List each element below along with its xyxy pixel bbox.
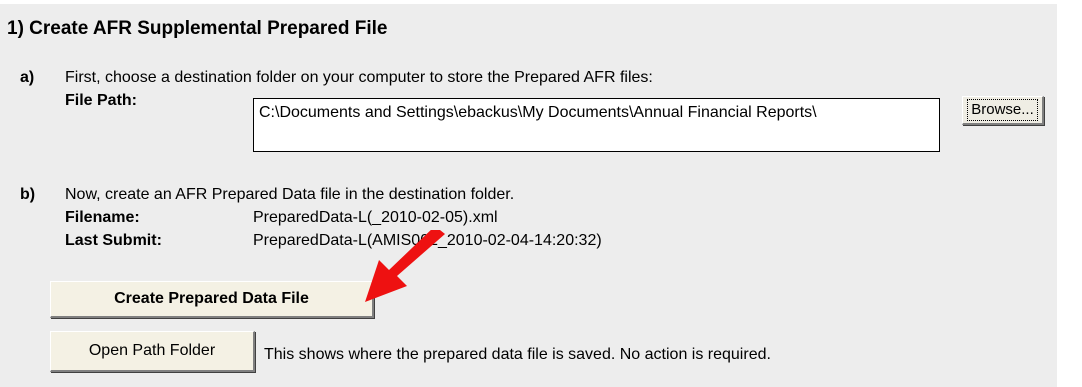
browse-button[interactable]: Browse...: [962, 96, 1044, 125]
afr-panel: 1) Create AFR Supplemental Prepared File…: [0, 4, 1057, 387]
filename-value: PreparedData-L(_2010-02-05).xml: [253, 209, 498, 226]
open-path-folder-button[interactable]: Open Path Folder: [50, 331, 255, 372]
file-path-label: File Path:: [65, 92, 138, 109]
create-prepared-data-file-button[interactable]: Create Prepared Data File: [50, 281, 374, 318]
section-title: 1) Create AFR Supplemental Prepared File: [7, 18, 388, 39]
filename-label: Filename:: [65, 209, 140, 226]
file-path-field[interactable]: C:\Documents and Settings\ebackus\My Doc…: [253, 98, 940, 152]
step-a-letter: a): [20, 69, 35, 86]
step-b-instruction: Now, create an AFR Prepared Data file in…: [65, 186, 515, 203]
red-arrow-icon: [365, 230, 445, 302]
browse-button-label: Browse...: [967, 99, 1038, 121]
step-b-letter: b): [20, 186, 36, 203]
open-folder-note: This shows where the prepared data file …: [264, 346, 771, 363]
step-a-instruction: First, choose a destination folder on yo…: [65, 69, 653, 86]
last-submit-label: Last Submit:: [65, 232, 162, 249]
